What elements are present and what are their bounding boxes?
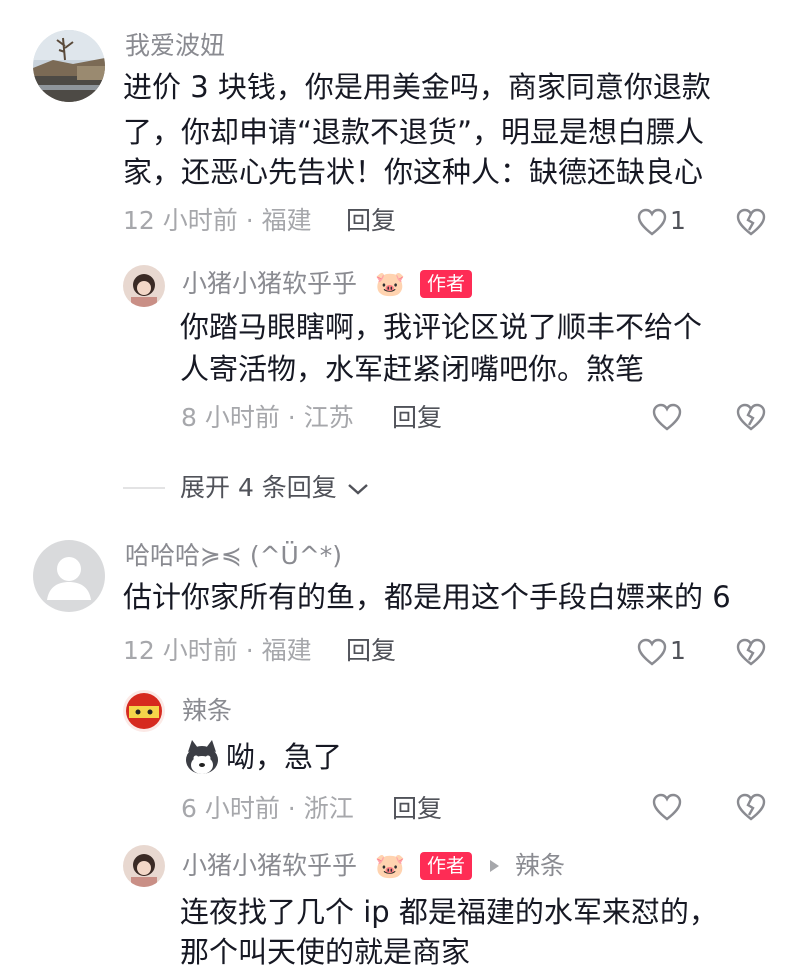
dislike-icon[interactable] [736,638,766,666]
heart-icon[interactable] [637,208,667,236]
dislike-icon[interactable] [736,403,766,431]
reply-username[interactable]: 小猪小猪软乎乎 [182,268,357,300]
reply-to-username[interactable]: 辣条 [515,850,565,882]
heart-icon[interactable] [637,638,667,666]
avatar[interactable] [123,690,165,732]
reply-text-line: 人寄活物，水军赶紧闭嘴吧你。煞笔 [180,352,645,386]
comment-text-line: 家，还恶心先告状！你这种人：缺德还缺良心 [123,155,704,189]
avatar[interactable] [123,265,165,307]
expand-replies-button[interactable]: 展开 4 条回复 [180,472,369,504]
comment-meta: 12 小时前 · 福建 [123,206,312,235]
comment-username[interactable]: 哈哈哈≽≼ (^Ü^*) [125,540,342,572]
reply-arrow-icon [490,860,499,872]
like-count: 1 [670,206,686,235]
like-count: 1 [670,636,686,665]
reply-button[interactable]: 回复 [346,635,396,667]
comment-text-line: 了，你却申请“退款不退货”，明显是想白膘人 [123,115,705,149]
author-badge: 作者 [420,270,473,298]
default-avatar-icon [33,540,105,612]
heart-icon[interactable] [652,793,682,821]
expand-divider [123,487,165,489]
avatar-photo-icon [123,265,165,307]
author-badge: 作者 [420,852,473,880]
heart-icon[interactable] [652,403,682,431]
reply-text-line: 那个叫天使的就是商家 [180,935,471,969]
dislike-icon[interactable] [736,793,766,821]
avatar[interactable] [33,30,105,102]
reply-username[interactable]: 辣条 [182,695,232,727]
avatar[interactable] [33,540,105,612]
avatar-photo-icon [33,30,105,102]
avatar[interactable] [123,845,165,887]
expand-replies-label: 展开 4 条回复 [180,473,337,502]
reply-text-line: 你踏马眼瞎啊，我评论区说了顺丰不给个 [180,310,703,344]
comment-text-line: 进价 3 块钱，你是用美金吗，商家同意你退款 [123,70,711,104]
pig-emoji-icon: 🐷 [375,270,405,298]
husky-emoji-icon [186,740,218,774]
reply-meta: 6 小时前 · 浙江 [181,794,354,823]
reply-meta: 8 小时前 · 江苏 [181,403,354,432]
dislike-icon[interactable] [736,208,766,236]
reply-text-line: 连夜找了几个 ip 都是福建的水军来怼的， [180,895,718,929]
pig-emoji-icon: 🐷 [375,852,405,880]
avatar-photo-icon [123,845,165,887]
reply-button[interactable]: 回复 [392,793,442,825]
reply-text-line: 呦，急了 [226,740,343,774]
avatar-cartoon-icon [123,690,165,732]
reply-button[interactable]: 回复 [392,402,442,434]
comment-meta: 12 小时前 · 福建 [123,636,312,665]
comment-username[interactable]: 我爱波妞 [125,30,225,62]
reply-username[interactable]: 小猪小猪软乎乎 [182,850,357,882]
chevron-down-icon [347,484,368,495]
comment-text-line: 估计你家所有的鱼，都是用这个手段白嫖来的 6 [123,580,731,614]
reply-button[interactable]: 回复 [346,205,396,237]
